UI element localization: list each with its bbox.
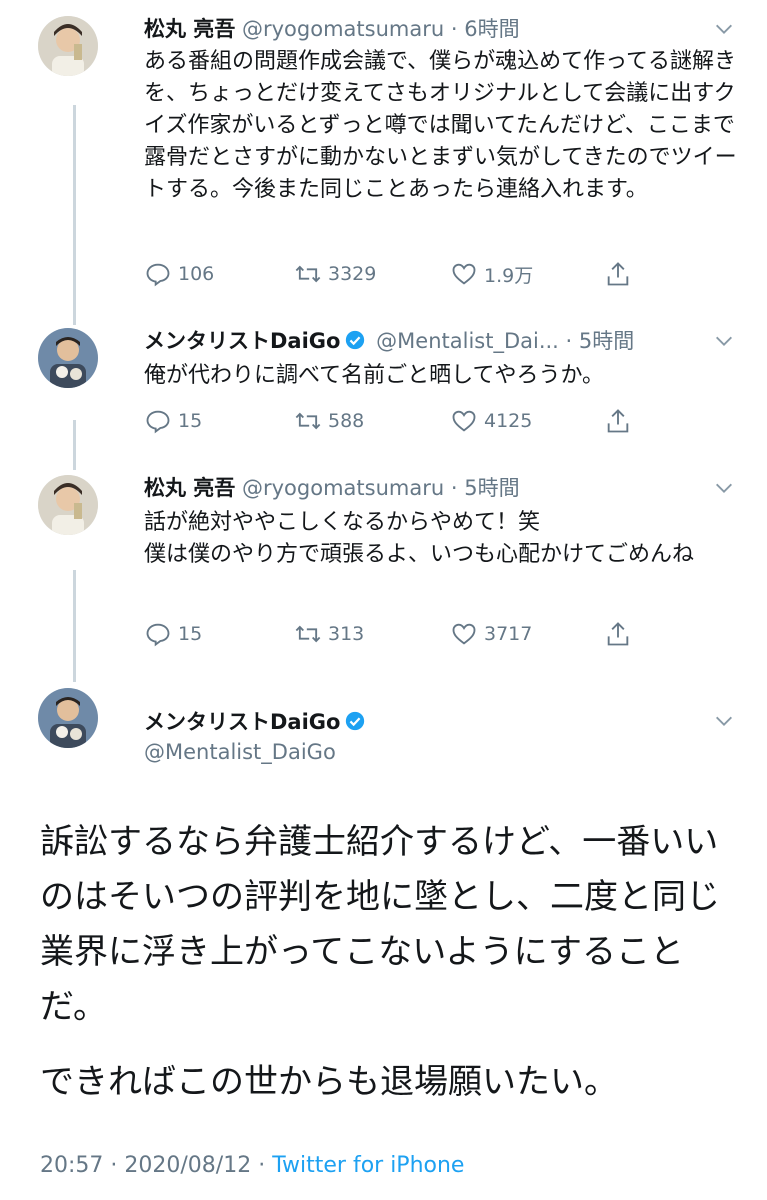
timestamp[interactable]: 6時間	[464, 17, 519, 41]
caret-down-icon[interactable]	[713, 710, 735, 732]
retweet-count: 313	[328, 623, 365, 645]
caret-down-icon[interactable]	[713, 330, 735, 352]
separator: ·	[258, 1153, 266, 1178]
verified-badge-icon	[346, 330, 365, 350]
tweet-date: 2020/08/12	[124, 1153, 252, 1178]
author-name[interactable]: 松丸 亮吾	[144, 17, 235, 41]
like-button[interactable]: 1.9万	[450, 258, 533, 290]
like-count: 1.9万	[484, 264, 534, 287]
reply-button[interactable]: 15	[144, 405, 202, 437]
retweet-button[interactable]: 588	[294, 405, 364, 437]
separator: ·	[450, 17, 458, 41]
reply-count: 106	[178, 263, 215, 285]
author-handle[interactable]: @Mentalist_Dai...	[376, 329, 559, 353]
avatar[interactable]	[38, 475, 98, 535]
main-tweet-text-2: できればこの世からも退場願いたい。	[40, 1062, 618, 1102]
retweet-icon	[295, 265, 321, 283]
share-button[interactable]	[604, 258, 638, 290]
like-button[interactable]: 3717	[450, 618, 532, 650]
thread-line	[73, 105, 76, 325]
tweet-header: 松丸 亮吾 @ryogomatsumaru · 6時間	[144, 14, 727, 44]
retweet-button[interactable]: 3329	[294, 258, 376, 290]
share-icon	[607, 409, 629, 433]
main-tweet-text: 訴訟するなら弁護士紹介するけど、一番いいのはそいつの評判を地に墜とし、二度と同じ…	[40, 822, 720, 1027]
caret-down-icon[interactable]	[713, 477, 735, 499]
reply-icon	[146, 410, 170, 434]
share-button[interactable]	[604, 618, 638, 650]
share-icon	[607, 262, 629, 286]
tweet-actions: 15 588 4125	[144, 405, 644, 437]
tweet-actions: 106 3329 1.9万	[144, 258, 644, 290]
reply-count: 15	[178, 623, 203, 645]
separator: ·	[565, 329, 573, 353]
retweet-button[interactable]: 313	[294, 618, 364, 650]
like-icon	[452, 623, 476, 645]
like-icon	[452, 410, 476, 432]
caret-down-icon[interactable]	[713, 18, 735, 40]
author-handle[interactable]: @ryogomatsumaru	[242, 17, 444, 41]
retweet-icon	[295, 412, 321, 430]
tweet-meta: 20:57 · 2020/08/12 · Twitter for iPhone	[40, 1150, 464, 1182]
avatar[interactable]	[38, 16, 98, 76]
tweet-text: 話が絶対ややこしくなるからやめて！笑 僕は僕のやり方で頑張るよ、いつも心配かけて…	[144, 510, 695, 567]
author-name[interactable]: メンタリストDaiGo	[144, 329, 340, 353]
like-count: 4125	[484, 410, 533, 432]
thread-line	[73, 570, 76, 682]
main-author-row: メンタリストDaiGo	[144, 707, 369, 737]
retweet-count: 3329	[328, 263, 377, 285]
thread-line	[73, 420, 76, 470]
retweet-count: 588	[328, 410, 365, 432]
like-button[interactable]: 4125	[450, 405, 532, 437]
author-handle[interactable]: @ryogomatsumaru	[242, 476, 444, 500]
avatar[interactable]	[38, 688, 98, 748]
tweet-header: 松丸 亮吾 @ryogomatsumaru · 5時間	[144, 473, 727, 503]
verified-badge-icon	[346, 711, 365, 731]
timestamp[interactable]: 5時間	[464, 476, 519, 500]
retweet-icon	[295, 625, 321, 643]
reply-button[interactable]: 106	[144, 258, 214, 290]
share-icon	[607, 622, 629, 646]
tweet-text: 俺が代わりに調べて名前ごと晒してやろうか。	[144, 363, 605, 388]
tweet-header: メンタリストDaiGo @Mentalist_Dai... · 5時間	[144, 326, 727, 356]
tweet-actions: 15 313 3717	[144, 618, 644, 650]
avatar[interactable]	[38, 328, 98, 388]
like-count: 3717	[484, 623, 533, 645]
like-icon	[452, 263, 476, 285]
reply-button[interactable]: 15	[144, 618, 202, 650]
reply-icon	[146, 263, 170, 287]
author-name[interactable]: メンタリストDaiGo	[144, 710, 340, 734]
separator: ·	[110, 1153, 118, 1178]
reply-count: 15	[178, 410, 203, 432]
separator: ·	[450, 476, 458, 500]
share-button[interactable]	[604, 405, 638, 437]
timestamp[interactable]: 5時間	[579, 329, 634, 353]
tweet-time: 20:57	[40, 1153, 104, 1178]
reply-icon	[146, 623, 170, 647]
tweet-source-link[interactable]: Twitter for iPhone	[272, 1153, 464, 1178]
tweet-text: ある番組の問題作成会議で、僕らが魂込めて作ってる謎解きを、ちょっとだけ変えてさも…	[144, 49, 737, 202]
author-handle[interactable]: @Mentalist_DaiGo	[144, 737, 336, 767]
author-name[interactable]: 松丸 亮吾	[144, 476, 235, 500]
